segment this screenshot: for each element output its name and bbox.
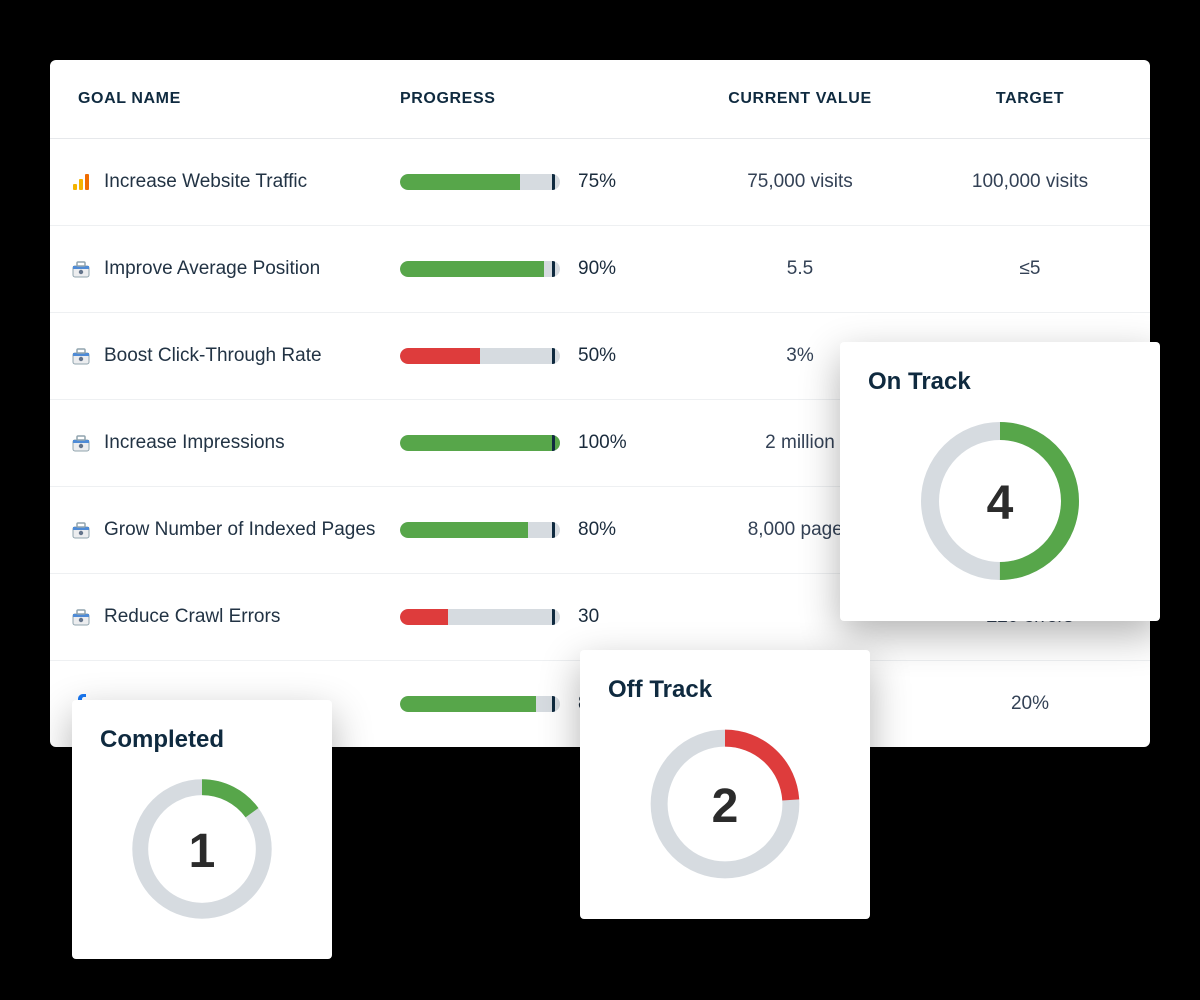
toolbox-icon [70,258,92,280]
goal-name-text: Grow Number of Indexed Pages [104,519,375,541]
goal-name-text: Improve Average Position [104,258,320,280]
off-track-donut: 2 [645,724,805,889]
cell-progress: 80% [400,519,670,541]
progress-label: 30 [578,606,628,628]
toolbox-icon [70,432,92,454]
cell-target: ≤5 [930,258,1130,280]
progress-bar [400,696,560,712]
cell-progress: 75% [400,171,670,193]
col-header-target: TARGET [930,90,1130,108]
completed-value: 1 [127,774,277,929]
cell-progress: 30 [400,606,670,628]
off-track-title: Off Track [608,676,842,704]
progress-bar [400,348,560,364]
on-track-card: On Track 4 [840,342,1160,621]
table-row[interactable]: Increase Website Traffic 75% 75,000 visits… [50,139,1150,226]
completed-card: Completed 1 [72,700,332,959]
goal-name-text: Boost Click-Through Rate [104,345,322,367]
progress-label: 75% [578,171,628,193]
progress-bar [400,522,560,538]
on-track-title: On Track [868,368,1132,396]
cell-goal-name: Increase Website Traffic [70,171,400,193]
col-header-name: GOAL NAME [70,90,400,108]
goal-name-text: Increase Website Traffic [104,171,307,193]
off-track-card: Off Track 2 [580,650,870,919]
progress-label: 90% [578,258,628,280]
cell-current-value: 5.5 [670,258,930,280]
on-track-value: 4 [915,416,1085,591]
progress-bar [400,174,560,190]
cell-goal-name: Improve Average Position [70,258,400,280]
cell-progress: 90% [400,258,670,280]
cell-current-value: 75,000 visits [670,171,930,193]
completed-title: Completed [100,726,304,754]
goal-name-text: Increase Impressions [104,432,285,454]
progress-label: 100% [578,432,628,454]
col-header-progress: PROGRESS [400,90,670,108]
analytics-icon [70,171,92,193]
cell-target: 20% [930,693,1130,715]
table-header: GOAL NAME PROGRESS CURRENT VALUE TARGET [50,60,1150,139]
progress-label: 80% [578,519,628,541]
toolbox-icon [70,345,92,367]
goal-name-text: Reduce Crawl Errors [104,606,280,628]
col-header-current: CURRENT VALUE [670,90,930,108]
progress-bar [400,435,560,451]
toolbox-icon [70,519,92,541]
completed-donut: 1 [127,774,277,929]
on-track-donut: 4 [915,416,1085,591]
toolbox-icon [70,606,92,628]
cell-goal-name: Increase Impressions [70,432,400,454]
off-track-value: 2 [645,724,805,889]
cell-target: 100,000 visits [930,171,1130,193]
cell-progress: 50% [400,345,670,367]
cell-goal-name: Grow Number of Indexed Pages [70,519,400,541]
progress-bar [400,261,560,277]
cell-goal-name: Boost Click-Through Rate [70,345,400,367]
cell-goal-name: Reduce Crawl Errors [70,606,400,628]
progress-bar [400,609,560,625]
progress-label: 50% [578,345,628,367]
cell-progress: 100% [400,432,670,454]
table-row[interactable]: Improve Average Position 90% 5.5≤5 [50,226,1150,313]
